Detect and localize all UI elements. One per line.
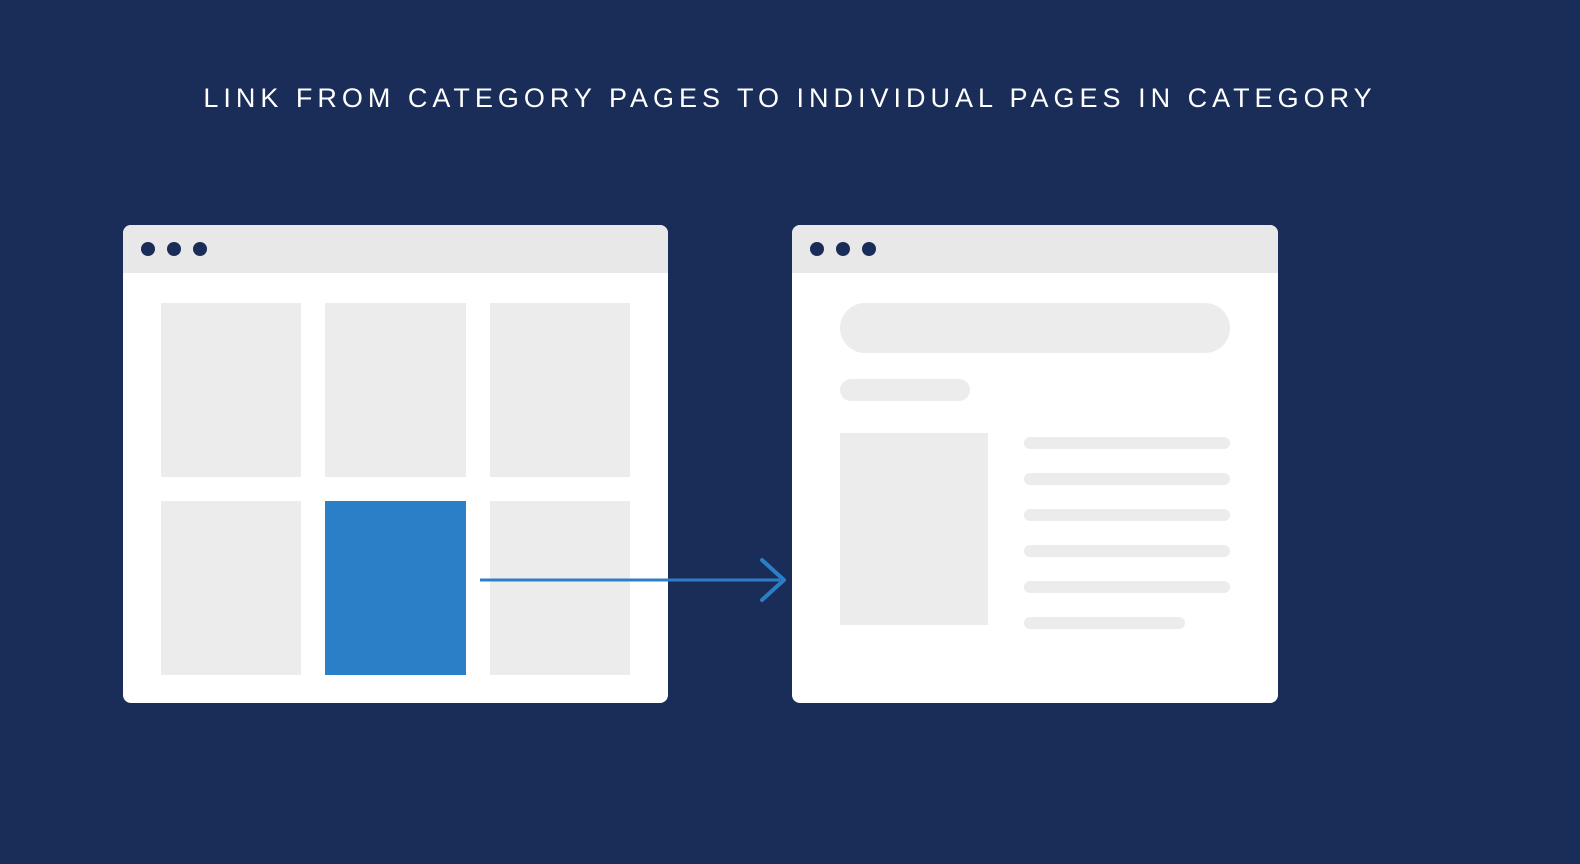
category-tile — [161, 501, 301, 675]
category-grid — [161, 303, 630, 675]
category-tile-active — [325, 501, 465, 675]
heading-placeholder — [840, 303, 1230, 353]
text-line-placeholder — [1024, 545, 1230, 557]
category-tile — [325, 303, 465, 477]
image-placeholder — [840, 433, 988, 625]
diagram-stage: LINK FROM CATEGORY PAGES TO INDIVIDUAL P… — [0, 0, 1580, 864]
window-dot-icon — [193, 242, 207, 256]
window-chrome — [792, 225, 1278, 273]
text-line-placeholder — [1024, 509, 1230, 521]
individual-page-window — [792, 225, 1278, 703]
page-detail — [840, 303, 1230, 675]
category-page-window — [123, 225, 668, 703]
text-lines — [1024, 433, 1230, 629]
window-dot-icon — [141, 242, 155, 256]
window-dot-icon — [862, 242, 876, 256]
window-dot-icon — [167, 242, 181, 256]
category-tile — [161, 303, 301, 477]
window-dot-icon — [810, 242, 824, 256]
text-line-placeholder — [1024, 581, 1230, 593]
category-tile — [490, 501, 630, 675]
text-line-placeholder — [1024, 437, 1230, 449]
window-chrome — [123, 225, 668, 273]
text-line-placeholder — [1024, 617, 1185, 629]
content-row — [840, 433, 1230, 629]
subheading-placeholder — [840, 379, 970, 401]
diagram-title: LINK FROM CATEGORY PAGES TO INDIVIDUAL P… — [0, 83, 1580, 114]
text-line-placeholder — [1024, 473, 1230, 485]
window-dot-icon — [836, 242, 850, 256]
category-tile — [490, 303, 630, 477]
